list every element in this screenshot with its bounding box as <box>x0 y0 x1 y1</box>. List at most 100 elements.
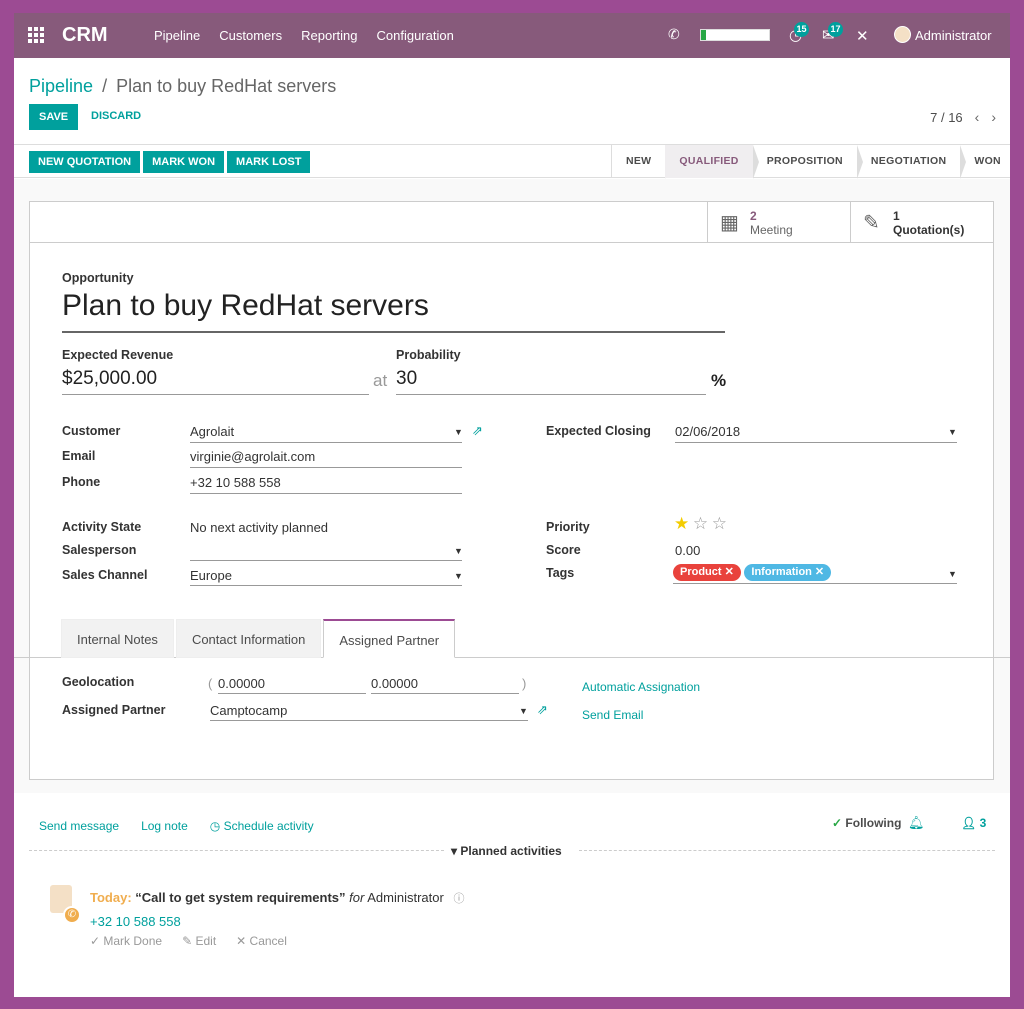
quotation-label: Quotation(s) <box>893 222 965 237</box>
mark-won-button[interactable]: MARK WON <box>143 151 225 173</box>
quotation-count: 1 <box>893 208 900 223</box>
pager-prev-icon[interactable]: ‹ <box>975 109 980 125</box>
pager: 7 / 16 ‹ › <box>930 109 996 125</box>
star-empty-icon[interactable]: ☆ <box>712 514 727 533</box>
phone-label: Phone <box>62 475 101 489</box>
external-link-icon[interactable]: ⇗ <box>472 423 483 439</box>
user-avatar[interactable] <box>894 26 911 43</box>
stage-won[interactable]: WON <box>960 145 1010 178</box>
phone-field[interactable]: +32 10 588 558 <box>190 475 462 494</box>
breadcrumb-pipeline[interactable]: Pipeline <box>29 76 93 96</box>
tags-field[interactable]: Product ✕ Information ✕ <box>673 563 957 584</box>
info-icon[interactable]: ⓘ <box>453 893 464 905</box>
tab-contact-information[interactable]: Contact Information <box>175 619 322 658</box>
expected-closing-input[interactable]: 02/06/2018 <box>675 424 957 443</box>
chevron-down-icon[interactable]: ▼ <box>948 569 957 579</box>
bell-icon[interactable]: 🔔︎ <box>908 815 925 831</box>
remove-tag-icon[interactable]: ✕ <box>725 566 734 578</box>
activity-phone[interactable]: +32 10 588 558 <box>90 914 181 929</box>
phone-icon[interactable]: ✆ <box>668 26 680 43</box>
score-value: 0.00 <box>675 543 701 558</box>
pager-value[interactable]: 7 / 16 <box>930 110 963 125</box>
customer-select[interactable]: Agrolait <box>190 424 462 443</box>
activity-count-badge: 15 <box>794 22 809 37</box>
stage-qualified[interactable]: QUALIFIED <box>665 145 759 179</box>
meeting-smart-button[interactable]: ▦ 2 Meeting <box>707 202 850 243</box>
new-quotation-button[interactable]: NEW QUOTATION <box>29 151 141 173</box>
followers-button[interactable]: 👤︎ 3 <box>961 816 986 830</box>
at-label: at <box>373 371 388 390</box>
chevron-down-icon[interactable]: ▼ <box>454 427 463 437</box>
discard-button[interactable]: DISCARD <box>91 110 141 122</box>
assigned-partner-label: Assigned Partner <box>62 703 166 717</box>
schedule-activity-button[interactable]: ◷ Schedule activity <box>210 819 314 833</box>
activity-title: “Call to get system requirements” <box>135 890 346 905</box>
chevron-down-icon[interactable]: ▼ <box>519 706 528 716</box>
menu-pipeline[interactable]: Pipeline <box>154 28 200 43</box>
opportunity-label: Opportunity <box>62 271 134 285</box>
tag-information: Information ✕ <box>744 564 832 581</box>
header-buttons: NEW QUOTATION MARK WON MARK LOST <box>29 151 311 173</box>
expected-revenue-label: Expected Revenue <box>62 348 174 362</box>
menu-customers[interactable]: Customers <box>219 28 282 43</box>
send-message-button[interactable]: Send message <box>39 819 119 833</box>
send-email-button[interactable]: Send Email <box>582 708 643 722</box>
top-navbar: CRM Pipeline Customers Reporting Configu… <box>14 13 1010 58</box>
pager-next-icon[interactable]: › <box>991 109 996 125</box>
email-label: Email <box>62 449 96 463</box>
save-button[interactable]: SAVE <box>29 104 79 130</box>
sales-channel-label: Sales Channel <box>62 568 148 582</box>
tab-assigned-partner[interactable]: Assigned Partner <box>323 619 456 658</box>
menu-configuration[interactable]: Configuration <box>377 28 454 43</box>
longitude-input[interactable]: 0.00000 <box>371 676 519 694</box>
message-count-badge: 17 <box>828 22 843 37</box>
stage-negotiation[interactable]: NEGOTIATION <box>857 145 967 179</box>
check-icon: ✓ <box>832 816 843 830</box>
following-button[interactable]: ✓ Following <box>832 816 901 830</box>
menu-reporting[interactable]: Reporting <box>301 28 357 43</box>
expected-revenue-input[interactable]: $25,000.00 <box>62 368 369 395</box>
opportunity-title-input[interactable]: Plan to buy RedHat servers <box>62 289 725 333</box>
latitude-input[interactable]: 0.00000 <box>218 676 366 694</box>
log-note-button[interactable]: Log note <box>141 819 188 833</box>
paren-open: ( <box>208 676 213 691</box>
probability-label: Probability <box>396 348 461 362</box>
planned-activities-toggle[interactable]: ▾ Planned activities <box>451 844 562 858</box>
chevron-down-icon[interactable]: ▼ <box>948 427 957 437</box>
stage-proposition[interactable]: PROPOSITION <box>753 145 864 179</box>
expected-closing-label: Expected Closing <box>546 424 651 438</box>
edit-activity-button[interactable]: ✎ Edit <box>182 934 216 948</box>
quotation-smart-button[interactable]: ✎ 1 Quotation(s) <box>850 202 993 243</box>
app-brand[interactable]: CRM <box>62 24 108 47</box>
star-filled-icon[interactable]: ★ <box>674 514 689 533</box>
apps-grid-icon[interactable] <box>28 27 46 45</box>
tag-product: Product ✕ <box>673 564 741 581</box>
activity-actions: ✓ Mark Done ✎ Edit ✕ Cancel <box>90 934 287 948</box>
sales-channel-select[interactable]: Europe <box>190 568 462 586</box>
activity-summary: Today: “Call to get system requirements”… <box>90 890 465 905</box>
salesperson-select[interactable] <box>190 543 462 561</box>
star-empty-icon[interactable]: ☆ <box>693 514 708 533</box>
meeting-count: 2 <box>750 208 757 223</box>
stage-new[interactable]: NEW <box>612 145 672 179</box>
cancel-activity-button[interactable]: ✕ Cancel <box>236 934 287 948</box>
chevron-down-icon[interactable]: ▼ <box>454 571 463 581</box>
tab-internal-notes[interactable]: Internal Notes <box>61 619 174 658</box>
priority-label: Priority <box>546 520 590 534</box>
mark-lost-button[interactable]: MARK LOST <box>227 151 311 173</box>
percent-sign: % <box>711 371 727 390</box>
phone-icon: ✆ <box>63 906 81 924</box>
tools-icon[interactable]: ✕ <box>856 27 869 45</box>
probability-input[interactable]: 30 <box>396 368 706 395</box>
assigned-partner-select[interactable]: Camptocamp <box>210 703 528 721</box>
chevron-down-icon[interactable]: ▼ <box>454 546 463 556</box>
automatic-assignation-button[interactable]: Automatic Assignation <box>582 680 700 694</box>
external-link-icon[interactable]: ⇗ <box>537 702 548 718</box>
activities-divider <box>29 850 444 851</box>
email-field[interactable]: virginie@agrolait.com <box>190 449 462 468</box>
salesperson-label: Salesperson <box>62 543 137 557</box>
main-menu: Pipeline Customers Reporting Configurati… <box>154 28 454 43</box>
remove-tag-icon[interactable]: ✕ <box>815 566 824 578</box>
mark-done-button[interactable]: ✓ Mark Done <box>90 934 162 948</box>
user-menu[interactable]: Administrator <box>915 28 992 43</box>
